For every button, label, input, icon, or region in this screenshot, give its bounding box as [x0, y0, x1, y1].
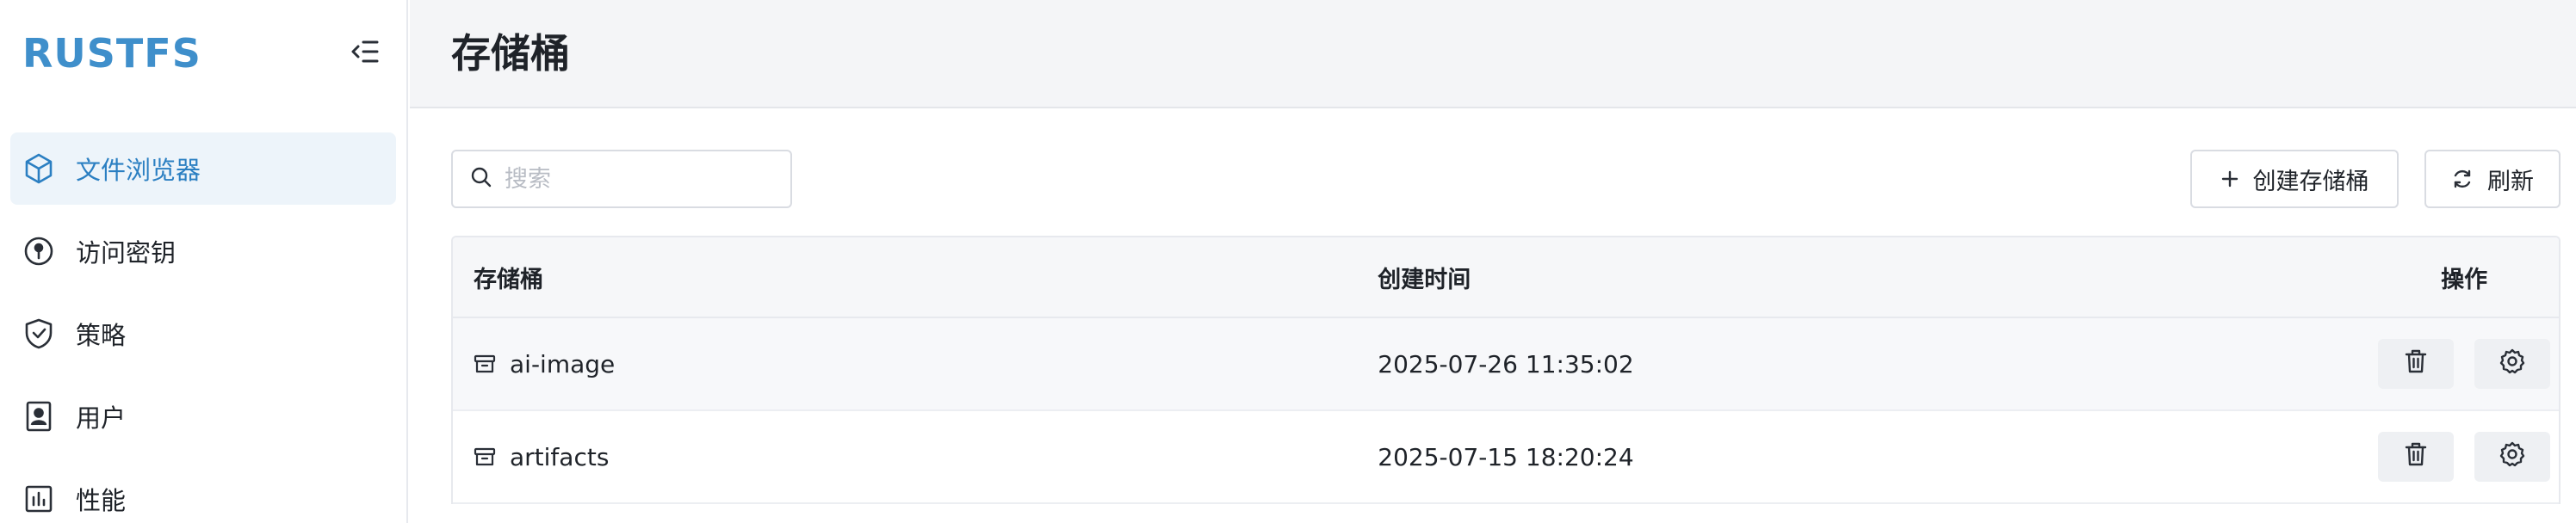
gear-icon [2499, 441, 2525, 473]
sidebar-item-label: 性能 [76, 486, 127, 515]
refresh-label: 刷新 [2487, 168, 2534, 195]
column-header-created[interactable]: 创建时间 [1378, 261, 2369, 294]
created-time: 2025-07-26 11:35:02 [1378, 349, 1634, 378]
sidebar-item-file-browser[interactable]: 文件浏览器 [10, 132, 396, 205]
bucket-name-cell[interactable]: ai-image [453, 350, 1378, 378]
bucket-name[interactable]: ai-image [510, 350, 615, 378]
search-icon [470, 166, 492, 192]
gear-icon [2499, 348, 2525, 380]
archive-box-icon [474, 446, 496, 467]
search-box[interactable] [451, 150, 792, 208]
create-bucket-label: 创建存储桶 [2252, 168, 2369, 195]
brand-logo[interactable]: RUSTFS [22, 26, 201, 81]
page-header: 存储桶 [410, 0, 2576, 108]
column-header-actions: 操作 [2441, 266, 2488, 293]
bucket-table: 存储桶 创建时间 操作 ai-image 2025-07-26 11:35:02 [451, 236, 2561, 504]
bucket-name[interactable]: artifacts [510, 443, 609, 471]
search-input[interactable] [505, 165, 780, 193]
main-content: 创建存储桶 刷新 存储桶 创建时间 操作 [410, 110, 2576, 523]
archive-box-icon [474, 354, 496, 374]
plus-icon [2220, 169, 2239, 188]
cube-icon [21, 151, 57, 187]
table-row[interactable]: artifacts 2025-07-15 18:20:24 [453, 411, 2559, 504]
settings-button[interactable] [2474, 432, 2551, 482]
bucket-name-cell[interactable]: artifacts [453, 443, 1378, 471]
user-badge-icon [21, 398, 57, 434]
sidebar-item-label: 策略 [76, 321, 127, 350]
created-time: 2025-07-15 18:20:24 [1378, 442, 1634, 471]
column-header-bucket[interactable]: 存储桶 [453, 261, 1378, 294]
sidebar-item-label: 用户 [76, 403, 127, 433]
logo-text: RUSTFS [22, 30, 201, 77]
shield-check-icon [21, 316, 57, 352]
bar-chart-icon [21, 481, 57, 517]
table-header: 存储桶 创建时间 操作 [453, 237, 2559, 318]
sidebar-item-policies[interactable]: 策略 [10, 298, 396, 370]
table-row[interactable]: ai-image 2025-07-26 11:35:02 [453, 318, 2559, 411]
sidebar: RUSTFS 文件浏览器 访问密钥 策略 用户 性能 [0, 0, 408, 523]
sidebar-item-label: 文件浏览器 [76, 156, 201, 185]
create-bucket-button[interactable]: 创建存储桶 [2190, 150, 2399, 208]
row-actions [2369, 432, 2559, 482]
sidebar-item-label: 访问密钥 [76, 238, 176, 268]
sidebar-collapse-icon [350, 39, 380, 68]
delete-button[interactable] [2378, 432, 2455, 482]
refresh-button[interactable]: 刷新 [2424, 150, 2561, 208]
page-title: 存储桶 [451, 30, 570, 77]
trash-icon [2404, 348, 2428, 380]
settings-button[interactable] [2474, 339, 2551, 389]
refresh-icon [2451, 168, 2474, 190]
delete-button[interactable] [2378, 339, 2455, 389]
row-actions [2369, 339, 2559, 389]
key-circle-icon [21, 233, 57, 269]
sidebar-collapse-button[interactable] [346, 34, 384, 72]
sidebar-item-performance[interactable]: 性能 [10, 463, 396, 523]
sidebar-item-users[interactable]: 用户 [10, 380, 396, 452]
sidebar-nav: 文件浏览器 访问密钥 策略 用户 性能 [10, 132, 396, 523]
sidebar-item-access-keys[interactable]: 访问密钥 [10, 215, 396, 287]
trash-icon [2404, 441, 2428, 473]
